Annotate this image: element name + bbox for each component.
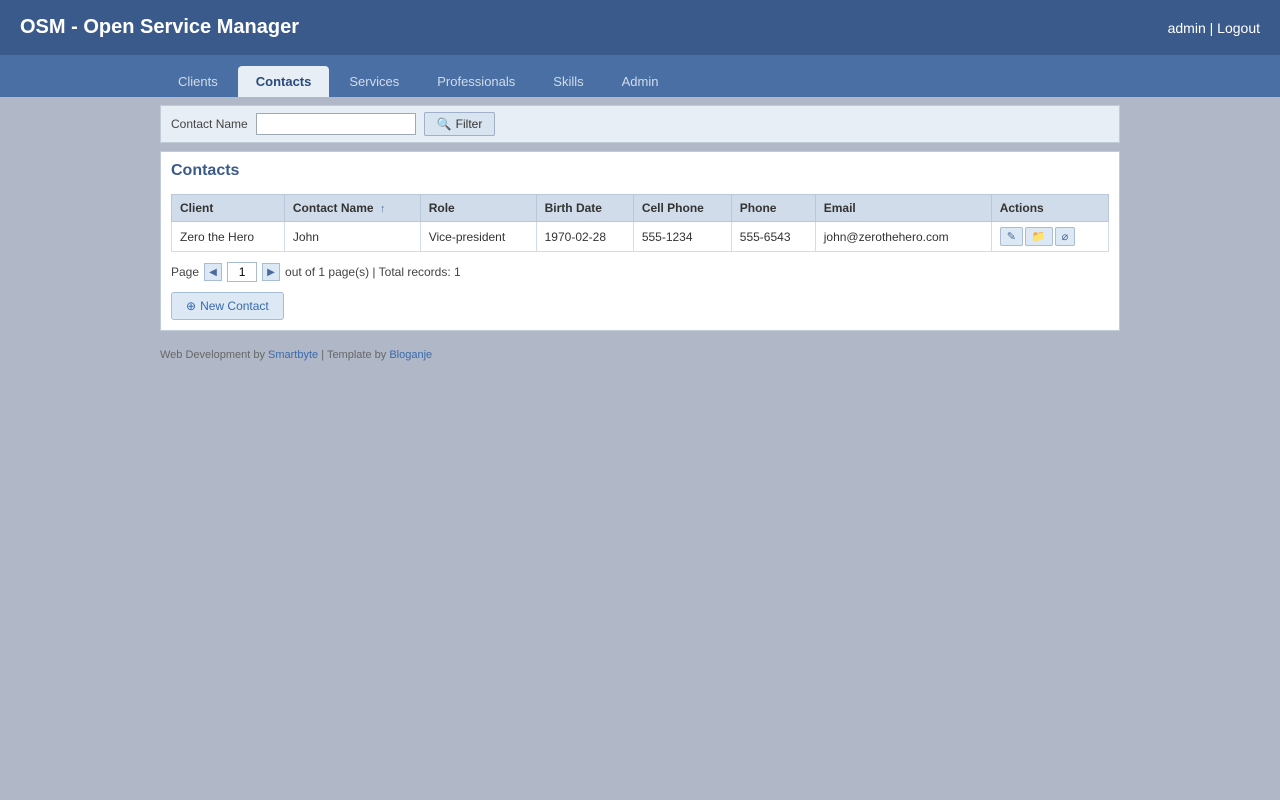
table-header-row: Client Contact Name ↑ Role Birth Date Ce… [172, 195, 1109, 222]
content-wrapper: Contact Name 🔍 Filter Contacts Client Co… [0, 97, 1280, 339]
footer: Web Development by Smartbyte | Template … [0, 339, 1280, 371]
contacts-tbody: Zero the HeroJohnVice-president1970-02-2… [172, 222, 1109, 252]
new-contact-label: New Contact [200, 299, 269, 313]
filter-label: Contact Name [171, 117, 248, 131]
contacts-title: Contacts [171, 162, 1109, 184]
filter-button[interactable]: 🔍 Filter [424, 112, 496, 136]
col-phone: Phone [731, 195, 815, 222]
prev-page-button[interactable]: ◀ [204, 263, 222, 281]
search-icon: 🔍 [437, 117, 452, 131]
contact-name-input[interactable] [256, 113, 416, 135]
col-cell-phone: Cell Phone [633, 195, 731, 222]
filter-bar: Contact Name 🔍 Filter [160, 105, 1120, 143]
smartbyte-link[interactable]: Smartbyte [268, 349, 318, 361]
bloganje-link[interactable]: Bloganje [389, 349, 432, 361]
col-actions: Actions [991, 195, 1108, 222]
tab-clients[interactable]: Clients [160, 66, 236, 97]
tab-professionals[interactable]: Professionals [419, 66, 533, 97]
total-pages-text: out of 1 page(s) | Total records: 1 [285, 265, 461, 279]
cell-client: Zero the Hero [172, 222, 285, 252]
col-birth-date: Birth Date [536, 195, 633, 222]
user-separator: | [1210, 20, 1214, 36]
page-number-input[interactable] [227, 262, 257, 282]
cell-phone: 555-6543 [731, 222, 815, 252]
col-contact-name[interactable]: Contact Name ↑ [284, 195, 420, 222]
navigation: Clients Contacts Services Professionals … [0, 55, 1280, 97]
tab-skills[interactable]: Skills [535, 66, 601, 97]
col-email: Email [815, 195, 991, 222]
col-client: Client [172, 195, 285, 222]
edit-button[interactable]: ✎ [1000, 227, 1023, 246]
user-area: admin | Logout [1168, 20, 1260, 36]
footer-text-before: Web Development by [160, 349, 268, 361]
tab-contacts[interactable]: Contacts [238, 66, 330, 97]
contacts-panel: Contacts Client Contact Name ↑ Role Birt… [160, 151, 1120, 331]
cell-cell-phone: 555-1234 [633, 222, 731, 252]
cell-birth-date: 1970-02-28 [536, 222, 633, 252]
total-records-count: 1 [454, 265, 461, 279]
tab-admin[interactable]: Admin [604, 66, 677, 97]
new-contact-button[interactable]: ⊕ New Contact [171, 292, 284, 320]
cell-contact-name: John [284, 222, 420, 252]
cell-role: Vice-president [420, 222, 536, 252]
filter-button-label: Filter [456, 117, 483, 131]
cell-email: john@zerothehero.com [815, 222, 991, 252]
delete-button[interactable]: ⌀ [1055, 227, 1076, 246]
table-row: Zero the HeroJohnVice-president1970-02-2… [172, 222, 1109, 252]
username-label: admin [1168, 20, 1206, 36]
cell-actions: ✎📁⌀ [991, 222, 1108, 252]
app-title: OSM - Open Service Manager [20, 16, 299, 39]
folder-button[interactable]: 📁 [1025, 227, 1053, 246]
sort-icon: ↑ [380, 203, 386, 215]
contacts-table: Client Contact Name ↑ Role Birth Date Ce… [171, 194, 1109, 252]
pagination: Page ◀ ▶ out of 1 page(s) | Total record… [171, 262, 1109, 282]
logout-link[interactable]: Logout [1217, 20, 1260, 36]
col-role: Role [420, 195, 536, 222]
tab-services[interactable]: Services [331, 66, 417, 97]
next-page-button[interactable]: ▶ [262, 263, 280, 281]
header: OSM - Open Service Manager admin | Logou… [0, 0, 1280, 55]
page-label: Page [171, 265, 199, 279]
new-contact-icon: ⊕ [186, 299, 196, 313]
footer-text-between: | Template by [318, 349, 389, 361]
